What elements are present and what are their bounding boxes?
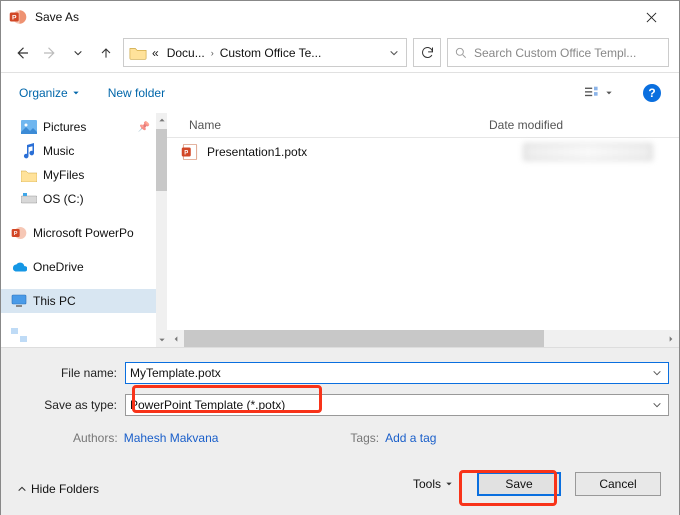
tree-myfiles[interactable]: MyFiles	[1, 163, 156, 187]
tree-music[interactable]: Music	[1, 139, 156, 163]
nav-tree: Pictures Music MyFiles OS (C:) PMicrosof…	[1, 113, 156, 347]
tree-this-pc[interactable]: This PC	[1, 289, 156, 313]
close-button[interactable]	[631, 1, 671, 33]
save-type-dropdown[interactable]: PowerPoint Template (*.potx)	[125, 394, 669, 416]
pictures-icon	[21, 119, 37, 135]
view-options-button[interactable]	[583, 84, 615, 102]
file-date-blurred	[523, 143, 653, 161]
breadcrumb-custom-templates[interactable]: Custom Office Te...	[216, 46, 326, 60]
help-button[interactable]: ?	[643, 84, 661, 102]
column-headers[interactable]: Name Date modified	[167, 113, 679, 137]
file-row[interactable]: P Presentation1.potx	[167, 138, 679, 166]
tree-os-drive[interactable]: OS (C:)	[1, 187, 156, 211]
search-input[interactable]: Search Custom Office Templ...	[447, 38, 669, 67]
authors-label: Authors:	[73, 431, 118, 445]
svg-text:P: P	[14, 231, 18, 237]
network-icon	[11, 327, 27, 343]
cancel-button[interactable]: Cancel	[575, 472, 661, 496]
hide-folders-button[interactable]: Hide Folders	[17, 482, 99, 496]
breadcrumb-prefix[interactable]: «	[148, 46, 163, 60]
nav-up-button[interactable]	[95, 42, 117, 64]
authors-value[interactable]: Mahesh Makvana	[124, 431, 219, 445]
powerpoint-icon: P	[11, 225, 27, 241]
column-name[interactable]: Name	[167, 118, 489, 132]
svg-text:P: P	[12, 14, 17, 21]
address-dropdown[interactable]	[382, 39, 406, 66]
breadcrumb-docs[interactable]: Docu...	[163, 46, 209, 60]
potx-file-icon: P	[181, 143, 199, 161]
nav-forward-button[interactable]	[39, 42, 61, 64]
nav-back-button[interactable]	[11, 42, 33, 64]
tools-dropdown[interactable]: Tools	[413, 477, 453, 491]
tree-scrollbar[interactable]	[156, 113, 167, 347]
tags-value[interactable]: Add a tag	[385, 431, 436, 445]
this-pc-icon	[11, 293, 27, 309]
window-title: Save As	[35, 10, 79, 24]
drive-icon	[21, 191, 37, 207]
file-name-input[interactable]: MyTemplate.potx	[125, 362, 669, 384]
tags-label: Tags:	[350, 431, 379, 445]
music-icon	[21, 143, 37, 159]
refresh-button[interactable]	[413, 38, 441, 67]
tree-onedrive[interactable]: OneDrive	[1, 255, 156, 279]
folder-icon	[128, 43, 148, 63]
tree-ms-powerpoint[interactable]: PMicrosoft PowerPo	[1, 221, 156, 245]
tree-pictures[interactable]: Pictures	[1, 115, 156, 139]
tree-truncated[interactable]	[1, 323, 156, 347]
svg-text:P: P	[184, 150, 188, 156]
nav-recent-dropdown[interactable]	[67, 42, 89, 64]
new-folder-button[interactable]: New folder	[108, 86, 165, 100]
powerpoint-app-icon: P	[9, 8, 27, 26]
address-bar[interactable]: « Docu... › Custom Office Te...	[123, 38, 407, 67]
organize-button[interactable]: Organize	[19, 86, 80, 100]
file-name: Presentation1.potx	[207, 145, 307, 159]
column-date[interactable]: Date modified	[489, 118, 679, 132]
save-button[interactable]: Save	[477, 472, 561, 496]
chevron-right-icon[interactable]: ›	[209, 48, 216, 58]
search-placeholder: Search Custom Office Templ...	[474, 46, 636, 60]
onedrive-icon	[11, 259, 27, 275]
file-name-dropdown[interactable]	[648, 363, 666, 383]
save-type-label: Save as type:	[1, 398, 125, 412]
file-h-scrollbar[interactable]	[167, 330, 679, 347]
folder-icon	[21, 167, 37, 183]
save-type-dropdown-arrow[interactable]	[648, 395, 666, 415]
file-name-label: File name:	[1, 366, 125, 380]
